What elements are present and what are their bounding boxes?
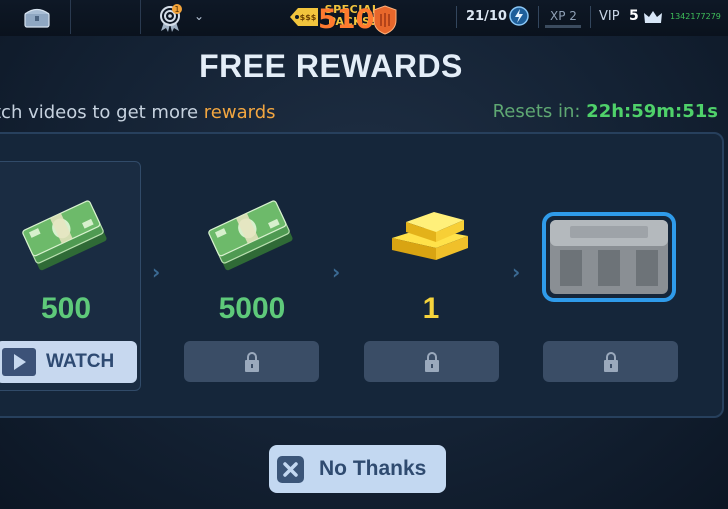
chest-icon xyxy=(24,8,50,28)
locked-button[interactable] xyxy=(184,341,319,382)
coin-balance: 510 xyxy=(318,4,375,35)
lock-icon xyxy=(244,351,259,372)
lightning-icon[interactable] xyxy=(509,6,529,26)
locked-button[interactable] xyxy=(543,341,678,382)
divider xyxy=(538,6,539,28)
shield-currency-icon[interactable] xyxy=(372,5,398,35)
chevron-right-icon: › xyxy=(152,260,161,284)
no-thanks-label: No Thanks xyxy=(319,457,427,480)
locked-button[interactable] xyxy=(364,341,499,382)
achievements-button[interactable]: 1 ⌄ xyxy=(70,0,204,34)
close-icon xyxy=(277,456,304,483)
reward-amount: 1 xyxy=(422,292,440,325)
chest-button[interactable] xyxy=(0,0,71,34)
energy-count: 21/10 xyxy=(466,9,507,24)
xp-progress-bar xyxy=(545,25,581,28)
chevron-right-icon: › xyxy=(332,260,341,284)
dialog-subtitle: tch videos to get more rewards xyxy=(0,102,276,123)
cash-stack-icon xyxy=(22,200,107,271)
top-bar: 1 ⌄ $$$ SPECIAL PACKS! 510 21/10 XP 2 VI… xyxy=(0,0,728,36)
watch-button[interactable]: WATCH xyxy=(0,341,137,383)
xp-level: XP 2 xyxy=(550,9,577,23)
divider xyxy=(590,6,591,28)
crown-icon xyxy=(644,11,662,23)
watch-button-label: WATCH xyxy=(46,351,115,372)
loot-crate-icon xyxy=(542,212,676,302)
vip-level: 5 xyxy=(629,8,639,24)
reward-amount: 500 xyxy=(40,292,92,325)
gold-bars-icon xyxy=(392,212,468,260)
special-packs-button[interactable]: $$$ SPECIAL PACKS! xyxy=(140,0,379,34)
vip-label[interactable]: VIP xyxy=(599,9,620,24)
chevron-right-icon: › xyxy=(512,260,521,284)
player-id: 1342177279 xyxy=(670,12,721,21)
cash-stack-icon xyxy=(208,200,293,271)
lock-icon xyxy=(603,351,618,372)
no-thanks-button[interactable]: No Thanks xyxy=(269,445,446,493)
packs-icon-text: $$$ xyxy=(300,13,317,22)
dialog-title: FREE REWARDS xyxy=(199,48,463,84)
price-tag-icon: $$$ xyxy=(290,8,318,26)
divider xyxy=(456,6,457,28)
reset-timer: Resets in: 22h:59m:51s xyxy=(492,101,718,122)
reward-amount: 5000 xyxy=(218,292,286,325)
play-icon xyxy=(2,348,36,376)
lock-icon xyxy=(424,351,439,372)
